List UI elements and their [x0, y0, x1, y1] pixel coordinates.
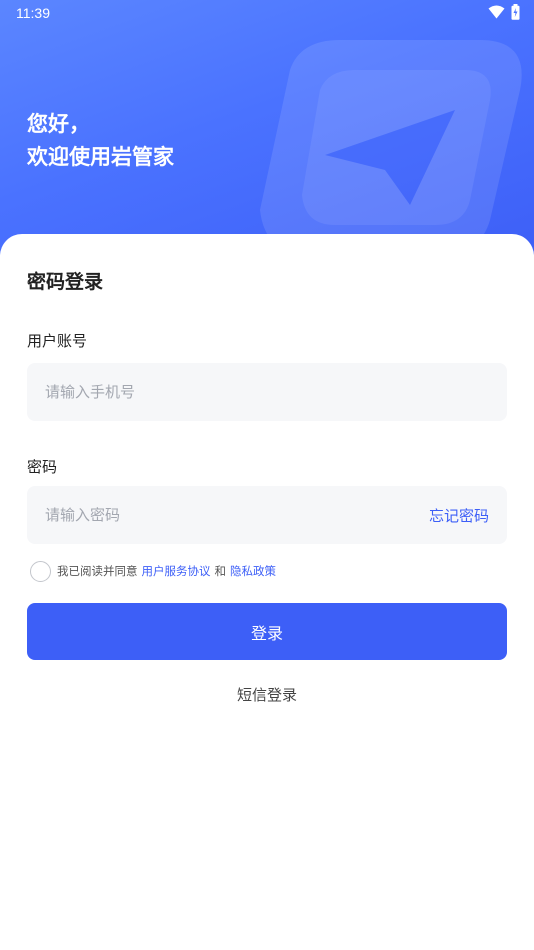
login-card: 密码登录 用户账号 密码 忘记密码 我已阅读并同意 用户服务协议 和 隐私政策 … — [0, 234, 534, 950]
status-time: 11:39 — [16, 5, 50, 21]
terms-link[interactable]: 用户服务协议 — [142, 563, 211, 579]
password-label: 密码 — [27, 458, 58, 476]
wifi-icon — [488, 5, 505, 19]
greeting-line-1: 您好， — [27, 112, 90, 136]
login-button[interactable]: 登录 — [27, 603, 507, 660]
battery-icon — [511, 4, 520, 20]
greeting-text: 您好， 欢迎使用岩管家 — [27, 108, 174, 174]
agreement-checkbox[interactable] — [30, 560, 51, 582]
agreement-and: 和 — [214, 564, 227, 578]
account-input[interactable] — [45, 363, 405, 421]
status-bar: 11:39 — [0, 0, 534, 28]
password-field: 忘记密码 — [27, 486, 507, 544]
account-label: 用户账号 — [27, 332, 88, 350]
app-logo-icon — [260, 40, 522, 255]
account-field — [27, 363, 507, 421]
sms-login-link[interactable]: 短信登录 — [0, 684, 534, 705]
password-input[interactable] — [45, 486, 405, 544]
agreement-row: 我已阅读并同意 用户服务协议 和 隐私政策 — [30, 560, 276, 582]
forgot-password-link[interactable]: 忘记密码 — [429, 505, 489, 526]
status-icons — [488, 4, 520, 20]
greeting-line-2: 欢迎使用岩管家 — [27, 145, 174, 169]
privacy-link[interactable]: 隐私政策 — [230, 563, 276, 579]
hero-banner: 11:39 您好， 欢迎使用岩管家 — [0, 0, 534, 260]
agreement-prefix: 我已阅读并同意 — [57, 564, 138, 578]
page-title: 密码登录 — [27, 271, 104, 293]
